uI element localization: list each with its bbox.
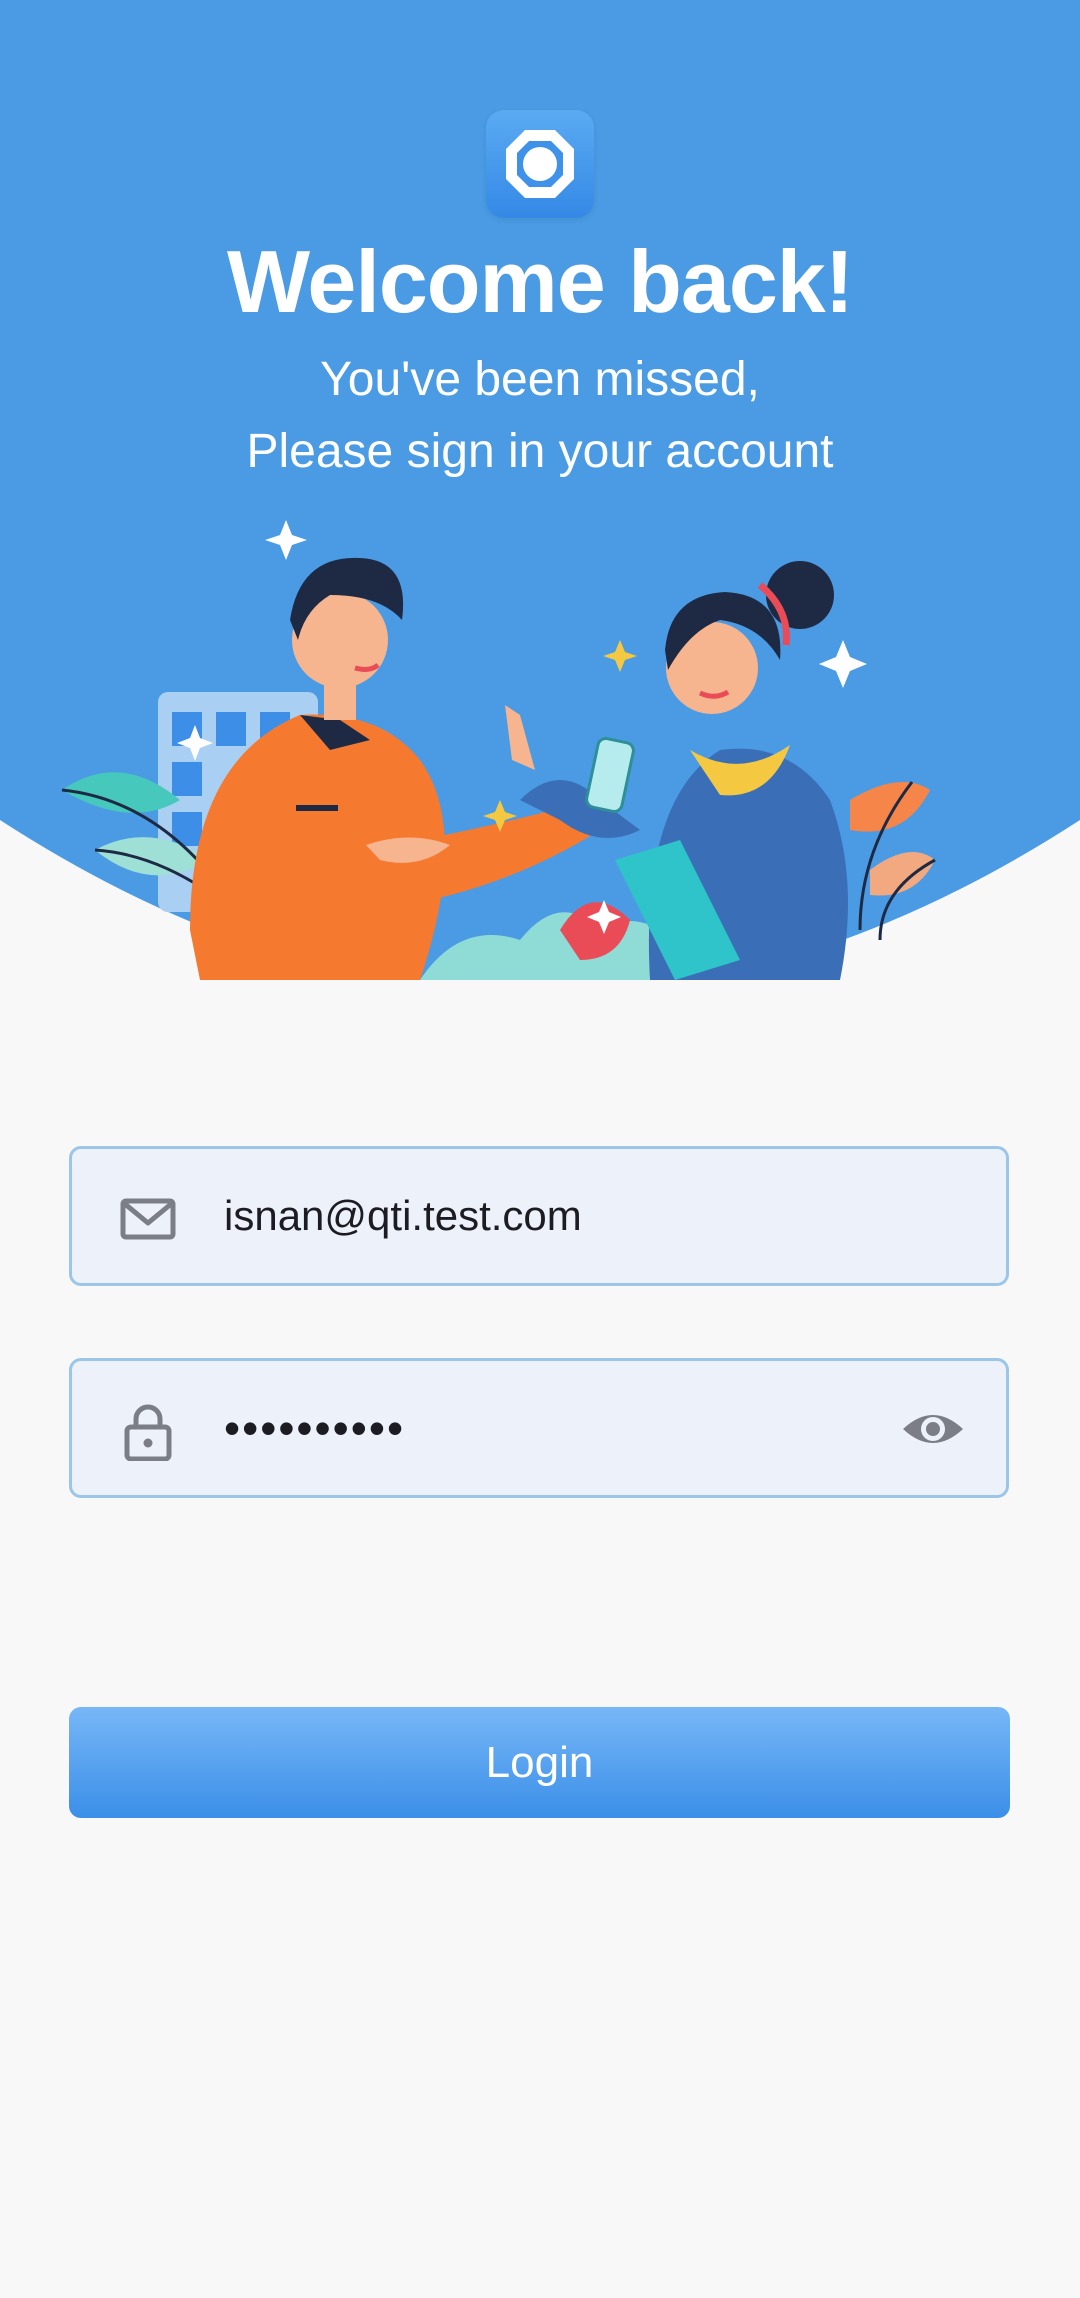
octagon-ring-logo-icon <box>506 130 574 198</box>
email-input[interactable]: isnan@qti.test.com <box>224 1149 582 1283</box>
lock-icon <box>124 1404 172 1461</box>
eye-icon[interactable] <box>900 1399 966 1459</box>
subtitle-line-2: Please sign in your account <box>246 425 834 478</box>
app-logo <box>486 110 594 218</box>
password-input[interactable]: •••••••••• <box>224 1361 405 1495</box>
hero-illustration <box>61 520 936 980</box>
email-field[interactable]: isnan@qti.test.com <box>69 1146 1009 1286</box>
hero-header: Welcome back! You've been missed, Please… <box>0 0 1080 980</box>
mail-icon <box>120 1198 176 1240</box>
subtitle-line-1: You've been missed, <box>320 353 760 406</box>
login-button[interactable]: Login <box>69 1707 1010 1818</box>
right-leaves-illustration <box>850 781 936 941</box>
man-illustration <box>190 557 600 980</box>
page-title: Welcome back! <box>226 232 854 331</box>
password-field[interactable]: •••••••••• <box>69 1358 1009 1498</box>
